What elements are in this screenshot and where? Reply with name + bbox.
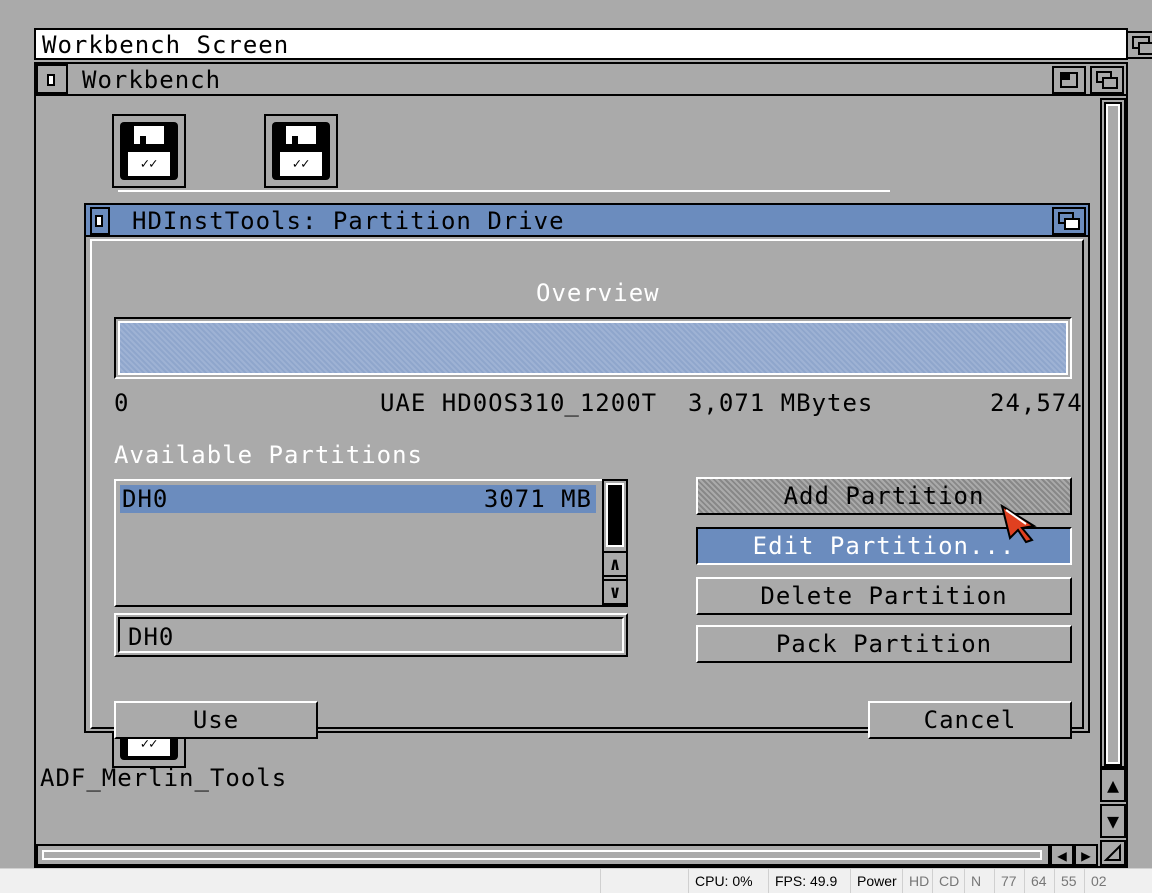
list-scroll-down-button[interactable]: ∨: [602, 579, 628, 605]
disk-shutter: [134, 126, 164, 146]
scroll-down-button[interactable]: ▼: [1100, 804, 1126, 838]
chevron-up-icon: ∧: [609, 553, 621, 575]
emulator-statusbar: CPU: 0% FPS: 49.9 Power HD CD N 77 64 55…: [0, 868, 1152, 893]
partition-dh0-segment[interactable]: [118, 321, 1068, 375]
close-icon: [47, 74, 55, 86]
screen-title: Workbench Screen: [42, 31, 290, 59]
disk-icon[interactable]: ✓✓: [264, 114, 338, 188]
power-led: Power: [850, 869, 903, 893]
use-button[interactable]: Use: [114, 701, 318, 739]
dialog-body: Overview 0 UAE HD0OS310̲1200T 3,071 MByt…: [90, 239, 1084, 739]
arrow-down-icon: ▼: [1106, 809, 1120, 833]
close-gadget[interactable]: [90, 207, 110, 235]
arrow-left-icon: ◀: [1057, 845, 1067, 865]
disk-icon[interactable]: ✓✓: [112, 114, 186, 188]
floppy-disk-icon: ✓✓: [272, 122, 330, 180]
chevron-down-icon: ∨: [609, 581, 621, 603]
overview-end-cylinder: 24,574: [990, 389, 1083, 417]
overview-label: Overview: [536, 279, 660, 307]
partition-size: 3071 MB: [483, 485, 592, 513]
mouse-pointer-icon: [1000, 504, 1037, 544]
screen-depth-gadget[interactable]: [1126, 31, 1152, 59]
depth-gadget[interactable]: [1090, 66, 1124, 94]
horizontal-scrollbar[interactable]: [36, 844, 1050, 866]
partition-name-field[interactable]: DH0: [114, 613, 628, 657]
floppy-disk-icon: ✓✓: [120, 122, 178, 180]
resize-icon: [1103, 843, 1121, 861]
checkmark-icon: ✓✓: [128, 152, 170, 176]
track-2: 64: [1024, 869, 1053, 893]
hd-led: HD: [902, 869, 935, 893]
n-led: N: [964, 869, 987, 893]
partition-name: DH0: [122, 485, 169, 513]
list-item[interactable]: DH0 3071 MB: [120, 485, 596, 513]
track-3: 55: [1054, 869, 1083, 893]
overview-start-cylinder: 0: [114, 389, 130, 417]
window-title: Workbench: [82, 66, 222, 94]
depth-icon-back: [1138, 42, 1152, 55]
available-partitions-label: Available Partitions: [114, 441, 423, 469]
fps-indicator: FPS: 49.9: [768, 869, 843, 893]
disk-icon-label[interactable]: ADF_Merlin_Tools: [40, 766, 287, 790]
cpu-indicator: CPU: 0%: [688, 869, 759, 893]
track-4: 02: [1084, 869, 1113, 893]
partition-name-input[interactable]: DH0: [118, 617, 624, 653]
depth-gadget[interactable]: [1052, 207, 1086, 235]
scroll-up-button[interactable]: ▲: [1100, 768, 1126, 802]
close-gadget[interactable]: [36, 64, 68, 94]
partition-list-scroll-knob[interactable]: [606, 483, 624, 547]
cd-led: CD: [932, 869, 965, 893]
cancel-button[interactable]: Cancel: [868, 701, 1072, 739]
disk-slot: [292, 136, 298, 146]
disk-slot: [140, 136, 146, 146]
pack-partition-button[interactable]: Pack Partition: [696, 625, 1072, 663]
zoom-icon-inner: [1060, 72, 1070, 80]
scroll-left-button[interactable]: ◀: [1050, 844, 1074, 866]
screen-titlebar[interactable]: Workbench Screen: [34, 28, 1152, 60]
workbench-screen: Workbench Screen Workbench ▲ ▼ ◀ ▶ ✓✓ ✓✓…: [0, 0, 1152, 868]
track-1: 77: [994, 869, 1023, 893]
horizontal-scroll-knob[interactable]: [42, 850, 1042, 860]
list-scroll-up-button[interactable]: ∧: [602, 551, 628, 577]
delete-partition-button[interactable]: Delete Partition: [696, 577, 1072, 615]
resize-gadget[interactable]: [1100, 840, 1126, 866]
depth-icon-back: [1064, 218, 1080, 230]
checkmark-icon: ✓✓: [280, 152, 322, 176]
vertical-scroll-knob[interactable]: [1104, 102, 1122, 766]
disk-shutter: [286, 126, 316, 146]
workbench-titlebar[interactable]: Workbench: [36, 64, 1126, 96]
statusbar-spacer: [600, 869, 688, 893]
partition-list[interactable]: DH0 3071 MB: [114, 479, 604, 607]
drive-info: UAE HD0OS310̲1200T 3,071 MBytes: [380, 389, 874, 417]
scroll-right-button[interactable]: ▶: [1074, 844, 1098, 866]
arrow-up-icon: ▲: [1106, 773, 1120, 797]
dialog-titlebar[interactable]: HDInstTools: Partition Drive: [86, 205, 1088, 237]
dialog-title: HDInstTools: Partition Drive: [132, 207, 565, 235]
arrow-right-icon: ▶: [1081, 845, 1091, 865]
zoom-gadget[interactable]: [1052, 66, 1086, 94]
depth-icon-back: [1102, 77, 1118, 89]
close-icon: [95, 215, 103, 227]
vertical-scrollbar[interactable]: [1100, 98, 1126, 768]
partition-drive-dialog: HDInstTools: Partition Drive Overview 0 …: [84, 203, 1090, 739]
overview-bar[interactable]: [114, 317, 1072, 379]
